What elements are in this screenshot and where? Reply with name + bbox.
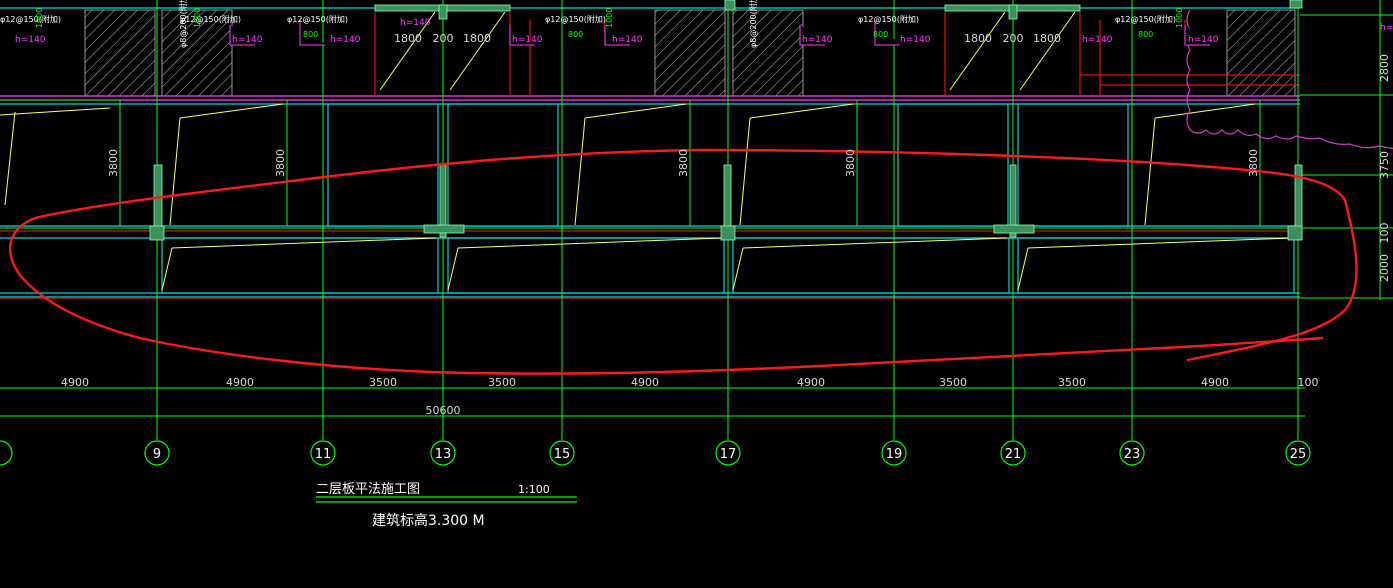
dim-top-2: 200 <box>433 32 454 45</box>
hatch-area-1 <box>84 9 156 97</box>
bottom-dimensions: 4900 4900 3500 3500 4900 4900 3500 3500 … <box>61 376 1319 417</box>
svg-text:19: 19 <box>886 447 903 462</box>
thickness-10: h=140 <box>1380 23 1393 33</box>
axis-bubble-13[interactable]: 13 <box>430 440 456 466</box>
dim-span-5: 4900 <box>631 376 659 389</box>
svg-text:25: 25 <box>1290 447 1307 462</box>
thickness-11: h=140 <box>400 18 431 28</box>
axis-bubble-17[interactable]: 17 <box>715 440 741 466</box>
rebar-vertical-1: φ8@200(附加) <box>178 0 188 48</box>
dim-span-8: 3500 <box>1058 376 1086 389</box>
dim-vert-3: 3800 <box>677 149 690 177</box>
thickness-2: h=140 <box>232 35 263 45</box>
small-dim-4: 800 <box>1138 30 1153 39</box>
axis-bubbles: 9 11 13 15 17 19 21 23 25 <box>0 440 1311 466</box>
thickness-7: h=140 <box>900 35 931 45</box>
thickness-6: h=140 <box>802 35 833 45</box>
vertical-dimensions: 3800 3800 3800 3800 3800 <box>107 149 1260 177</box>
cad-drawing-canvas[interactable]: 9 11 13 15 17 19 21 23 25 4900 4900 3500… <box>0 0 1393 588</box>
dim-top-4: 1800 <box>964 32 992 45</box>
small-dim-2: 800 <box>568 30 583 39</box>
axis-bubble-23[interactable]: 23 <box>1119 440 1145 466</box>
rebar-label-4: φ12@150(附加) <box>858 14 919 24</box>
title-block: 二层板平法施工图 1:100 建筑标高3.300 M <box>316 482 577 529</box>
small-dim-8: 1000 <box>1175 8 1184 28</box>
svg-text:11: 11 <box>315 447 332 462</box>
thickness-3: h=140 <box>330 35 361 45</box>
rebar-label-5: φ12@150(附加) <box>1115 14 1176 24</box>
small-dim-7: 1000 <box>605 8 614 28</box>
dim-vert-5: 3800 <box>1247 149 1260 177</box>
dim-top-3: 1800 <box>463 32 491 45</box>
drawing-scale: 1:100 <box>518 483 550 496</box>
dim-right-4: 2000 <box>1378 254 1391 282</box>
thickness-4: h=140 <box>512 35 543 45</box>
dim-span-3: 3500 <box>369 376 397 389</box>
hatch-area-3 <box>654 9 726 97</box>
drawing-title: 二层板平法施工图 <box>316 482 420 497</box>
dim-vert-4: 3800 <box>844 149 857 177</box>
axis-bubble-11[interactable]: 11 <box>310 440 336 466</box>
dim-span-2: 4900 <box>226 376 254 389</box>
small-dim-3: 800 <box>873 30 888 39</box>
svg-text:21: 21 <box>1005 447 1022 462</box>
magenta-band <box>0 95 1300 101</box>
dim-span-7: 3500 <box>939 376 967 389</box>
hatch-area-5 <box>1226 9 1296 97</box>
dim-span-10: 100 <box>1298 376 1319 389</box>
dim-span-6: 4900 <box>797 376 825 389</box>
hatch-areas <box>84 9 1296 97</box>
svg-text:23: 23 <box>1124 447 1141 462</box>
dim-overall: 50600 <box>426 404 461 417</box>
elevation-label: 建筑标高3.300 M <box>372 512 485 529</box>
thickness-9: h=140 <box>1188 35 1219 45</box>
axis-bubble-9[interactable]: 9 <box>144 440 170 466</box>
rebar-label-1: φ12@150(附加) <box>0 14 61 24</box>
axis-bubble-25[interactable]: 25 <box>1285 440 1311 466</box>
thickness-5: h=140 <box>612 35 643 45</box>
axis-bubble-15[interactable]: 15 <box>549 440 575 466</box>
rebar-label-2: φ12@150(附加) <box>287 14 348 24</box>
axis-bubble-partial <box>0 440 13 466</box>
rebar-label-6: φ12@150(附加) <box>180 14 241 24</box>
small-dim-6: 1000 <box>193 8 202 28</box>
markup-ellipse[interactable] <box>8 148 1358 375</box>
thickness-8: h=140 <box>1082 35 1113 45</box>
dim-span-4: 3500 <box>488 376 516 389</box>
rebar-label-3: φ12@150(附加) <box>545 14 606 24</box>
dim-right-3: 100 <box>1378 223 1391 244</box>
svg-text:9: 9 <box>153 447 161 462</box>
dim-top-6: 1800 <box>1033 32 1061 45</box>
svg-text:13: 13 <box>435 447 452 462</box>
dim-span-9: 4900 <box>1201 376 1229 389</box>
dim-vert-2: 3800 <box>274 149 287 177</box>
dim-span-1: 4900 <box>61 376 89 389</box>
svg-text:15: 15 <box>554 447 571 462</box>
dim-right-2: 3750 <box>1378 151 1391 179</box>
thickness-1: h=140 <box>15 35 46 45</box>
dim-top-5: 200 <box>1003 32 1024 45</box>
small-dim-5: 1000 <box>35 8 44 28</box>
dim-right-1: 2800 <box>1378 54 1391 82</box>
axis-bubble-21[interactable]: 21 <box>1000 440 1026 466</box>
axis-bubble-19[interactable]: 19 <box>881 440 907 466</box>
hatch-area-4 <box>732 9 804 97</box>
dim-vert-1: 3800 <box>107 149 120 177</box>
dim-top-1: 1800 <box>394 32 422 45</box>
rebar-vertical-2: φ8@200(附加) <box>748 0 758 48</box>
small-dim-1: 800 <box>303 30 318 39</box>
svg-text:17: 17 <box>720 447 737 462</box>
